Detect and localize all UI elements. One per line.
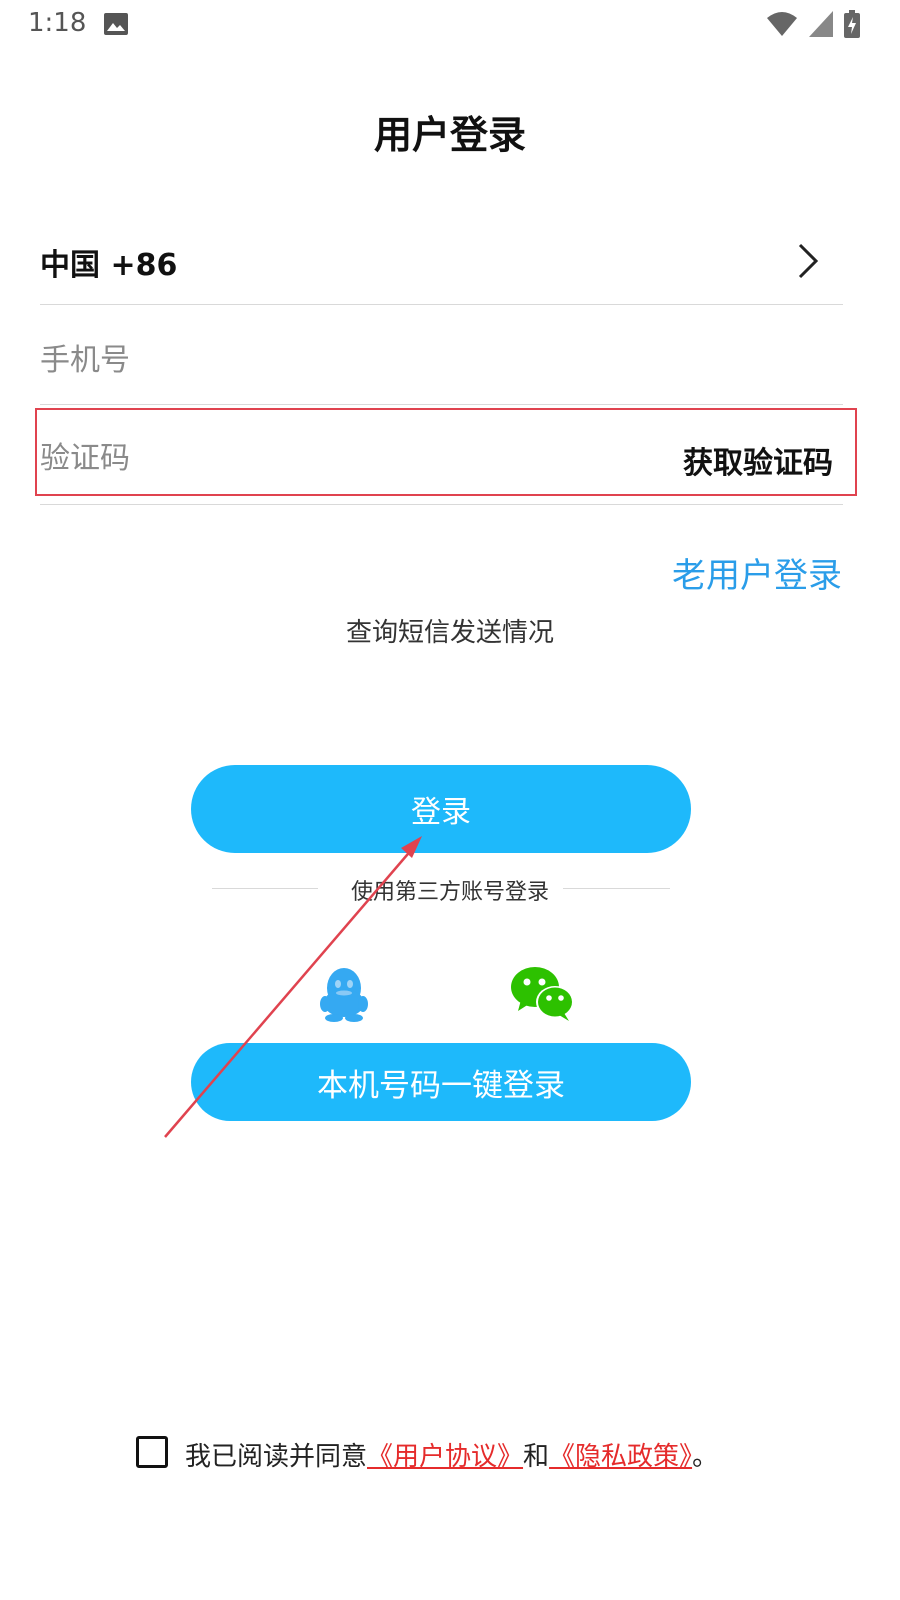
login-button[interactable]: 登录 — [191, 765, 691, 853]
user-agreement-link[interactable]: 《用户协议》 — [367, 1442, 523, 1472]
verification-code-row: 获取验证码 — [40, 428, 843, 488]
country-code-selector[interactable]: 中国 +86 — [40, 228, 843, 294]
divider — [40, 404, 843, 405]
third-party-login-label: 使用第三方账号登录 — [350, 880, 549, 905]
battery-charging-icon — [844, 10, 860, 38]
wifi-icon — [766, 12, 797, 36]
chevron-right-icon — [798, 243, 819, 279]
divider — [563, 888, 670, 889]
divider — [40, 504, 843, 505]
privacy-policy-link[interactable]: 《隐私政策》 — [549, 1442, 692, 1472]
agreement-row: 我已阅读并同意《用户协议》和《隐私政策》。 — [0, 1434, 900, 1474]
sms-status-query-link[interactable]: 查询短信发送情况 — [0, 612, 900, 649]
agreement-and: 和 — [523, 1442, 550, 1472]
phone-row — [40, 330, 843, 390]
signal-icon — [808, 11, 833, 37]
agreement-text: 我已阅读并同意《用户协议》和《隐私政策》。 — [185, 1436, 718, 1473]
agreement-checkbox[interactable] — [136, 1436, 168, 1468]
image-icon — [104, 13, 128, 35]
page-title: 用户登录 — [373, 113, 526, 157]
verification-code-input[interactable] — [40, 436, 640, 480]
status-time: 1:18 — [28, 8, 87, 38]
agreement-suffix: 。 — [692, 1442, 719, 1472]
get-code-button[interactable]: 获取验证码 — [683, 438, 833, 482]
qq-icon[interactable] — [316, 966, 372, 1022]
phone-input[interactable] — [40, 338, 640, 382]
agreement-prefix: 我已阅读并同意 — [185, 1442, 368, 1472]
status-bar: 1:18 — [0, 0, 900, 52]
country-code-label: 中国 +86 — [40, 248, 178, 283]
status-icons — [760, 10, 860, 38]
divider — [40, 304, 843, 305]
wechat-icon[interactable] — [511, 966, 575, 1022]
old-user-login-link[interactable]: 老用户登录 — [672, 548, 842, 597]
one-key-login-button[interactable]: 本机号码一键登录 — [191, 1043, 691, 1121]
